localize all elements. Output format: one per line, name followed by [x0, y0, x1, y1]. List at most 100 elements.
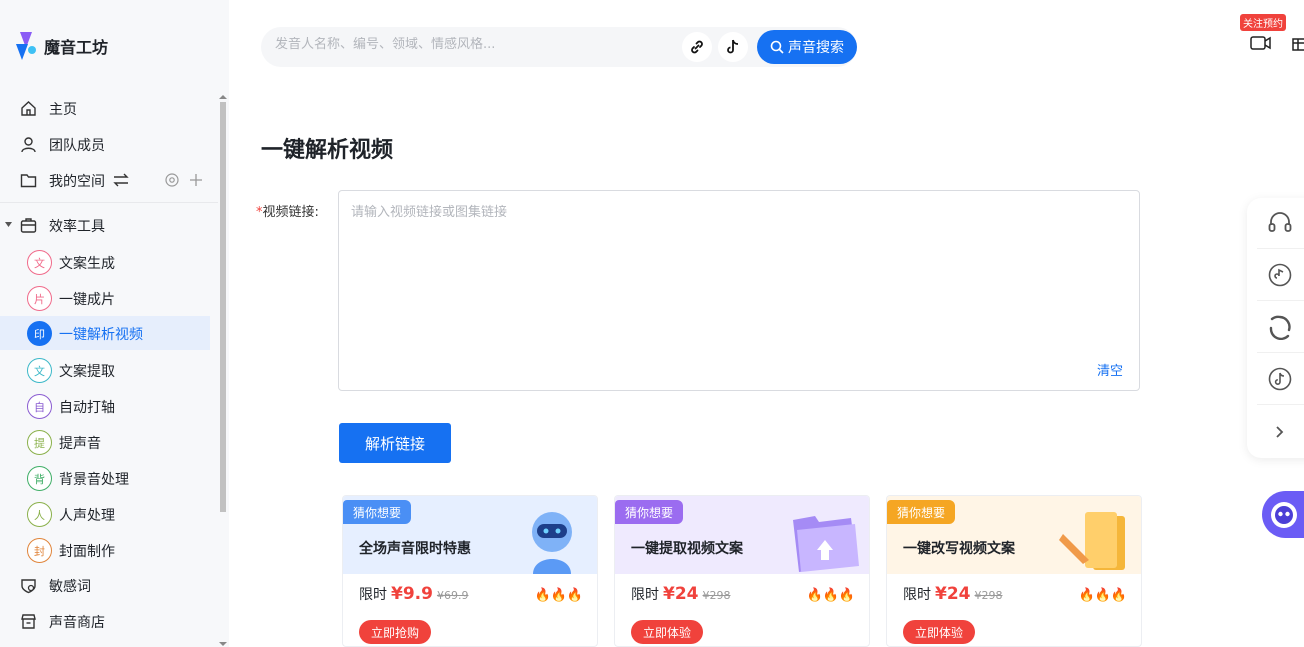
price-old: ¥298: [702, 589, 731, 602]
price-prefix: 限时: [359, 587, 387, 603]
voice-search-label: 声音搜索: [788, 40, 844, 56]
scroll-down-icon[interactable]: [219, 641, 227, 647]
tool-glyph: 提: [27, 430, 52, 455]
price-now: ¥24: [935, 584, 971, 604]
ai-assistant-button[interactable]: [1262, 491, 1304, 538]
settings-icon[interactable]: [164, 172, 180, 188]
sidebar-item-parse-video[interactable]: 印 一键解析视频: [0, 316, 210, 350]
card-tag: 猜你想要: [615, 500, 684, 524]
music-link-button[interactable]: [1257, 250, 1304, 301]
sidebar-item-background-audio[interactable]: 背 背景音处理: [0, 461, 218, 495]
add-icon[interactable]: [188, 172, 204, 188]
sidebar-item-label: 人声处理: [59, 508, 115, 524]
try-now-button[interactable]: 立即体验: [631, 620, 704, 644]
sidebar-group-label: 效率工具: [49, 219, 105, 235]
sidebar-item-home[interactable]: 主页: [0, 91, 218, 125]
tiktok-icon: [1268, 367, 1292, 391]
link-button[interactable]: [682, 32, 712, 62]
sidebar-item-label: 主页: [49, 102, 77, 118]
sidebar-item-text-extract[interactable]: 文 文案提取: [0, 353, 218, 387]
card-title: 一键提取视频文案: [631, 541, 743, 557]
try-now-button[interactable]: 立即体验: [903, 620, 976, 644]
tiktok-button[interactable]: [718, 32, 748, 62]
headset-icon: [1268, 212, 1292, 232]
price-now: ¥24: [663, 584, 699, 604]
sidebar-group-efficiency-tools[interactable]: 效率工具: [0, 208, 218, 242]
video-link-label: *视频链接:: [256, 201, 319, 220]
sidebar-item-vocal-processing[interactable]: 人 人声处理: [0, 497, 218, 531]
sidebar-item-cover-design[interactable]: 封 封面制作: [0, 533, 218, 567]
sidebar-item-sensitive-words[interactable]: 敏感词: [0, 568, 218, 602]
floating-toolbar: [1247, 198, 1304, 458]
shield-search-icon: [21, 579, 36, 594]
sidebar-item-team[interactable]: 团队成员: [0, 127, 218, 161]
sidebar-item-label: 声音商店: [49, 615, 105, 631]
chevron-right-icon: [1276, 425, 1284, 438]
folder-illustration: [793, 516, 859, 572]
switch-icon[interactable]: [113, 173, 129, 187]
logo[interactable]: 魔音工坊: [12, 30, 108, 62]
sidebar-item-label: 敏感词: [49, 579, 91, 595]
card-price: 限时 ¥24 ¥298: [903, 584, 1003, 604]
search-input[interactable]: [275, 37, 675, 52]
card-price: 限时 ¥24 ¥298: [631, 584, 731, 604]
toolbox-icon: [20, 218, 37, 233]
tool-glyph: 文: [27, 358, 52, 383]
refresh-icon: [1269, 315, 1291, 340]
sidebar-item-label: 背景音处理: [59, 472, 129, 488]
page-title: 一键解析视频: [261, 138, 394, 163]
app-name: 魔音工坊: [44, 38, 109, 57]
fire-icon: 🔥🔥🔥: [1078, 588, 1127, 603]
promo-card[interactable]: 猜你想要 全场声音限时特惠 限时 ¥9.9 ¥69.9 🔥🔥🔥 立即抢购: [342, 495, 598, 647]
sidebar-item-my-space[interactable]: 我的空间: [0, 163, 218, 197]
sidebar-item-voice-store[interactable]: 声音商店: [0, 604, 218, 638]
grab-now-button[interactable]: 立即抢购: [359, 620, 432, 644]
ai-assistant-icon: [1271, 502, 1297, 528]
sidebar-item-extract-audio[interactable]: 提 提声音: [0, 425, 218, 459]
sidebar-item-label: 团队成员: [49, 138, 105, 154]
tool-glyph: 人: [27, 502, 52, 527]
price-prefix: 限时: [631, 587, 659, 603]
parse-link-button[interactable]: 解析链接: [339, 423, 451, 463]
card-tag: 猜你想要: [343, 500, 412, 524]
robot-illustration: [532, 512, 572, 574]
clear-button[interactable]: 清空: [1097, 360, 1123, 379]
logo-icon: [16, 32, 36, 60]
card-price: 限时 ¥9.9 ¥69.9: [359, 584, 468, 604]
promo-card[interactable]: 猜你想要 一键提取视频文案 限时 ¥24 ¥298 🔥🔥🔥 立即体验: [614, 495, 870, 647]
sidebar-item-label: 文案生成: [59, 256, 115, 272]
tool-glyph: 印: [27, 321, 52, 346]
tiktok-icon: [727, 39, 739, 54]
user-icon: [21, 137, 36, 153]
tool-glyph: 背: [27, 466, 52, 491]
sidebar-item-label: 自动打轴: [59, 400, 115, 416]
tiktok-float-button[interactable]: [1257, 354, 1304, 405]
sidebar-divider: [0, 202, 218, 203]
gift-icon[interactable]: [1292, 33, 1304, 51]
sidebar-item-one-click-video[interactable]: 片 一键成片: [0, 281, 218, 315]
store-icon: [21, 614, 36, 629]
tool-glyph: 封: [27, 538, 52, 563]
collapse-button[interactable]: [1257, 406, 1304, 457]
tool-glyph: 文: [27, 250, 52, 275]
sidebar-item-label: 文案提取: [59, 364, 115, 380]
voice-search-button[interactable]: 声音搜索: [757, 30, 857, 64]
video-link-textarea[interactable]: [339, 191, 1139, 390]
refresh-button[interactable]: [1257, 302, 1304, 353]
app-root: 魔音工坊 主页 团队成员 我的空间 效率工具 文 文案生成 片 一键成片 印 一…: [0, 0, 1304, 647]
customer-service-button[interactable]: [1257, 198, 1304, 249]
tool-glyph: 自: [27, 394, 52, 419]
sidebar-item-label: 封面制作: [59, 544, 115, 560]
card-tag: 猜你想要: [887, 500, 956, 524]
sidebar-item-auto-timing[interactable]: 自 自动打轴: [0, 389, 218, 423]
scroll-up-icon[interactable]: [219, 94, 227, 100]
card-title: 一键改写视频文案: [903, 541, 1015, 557]
card-title: 全场声音限时特惠: [359, 541, 471, 557]
sidebar-scroll-thumb[interactable]: [220, 102, 226, 512]
follow-badge: 关注预约: [1240, 14, 1286, 31]
video-icon[interactable]: [1250, 35, 1272, 51]
sidebar-item-copywriting[interactable]: 文 文案生成: [0, 245, 218, 279]
sidebar-item-label: 我的空间: [49, 174, 105, 190]
promo-card[interactable]: 猜你想要 一键改写视频文案 限时 ¥24 ¥298 🔥🔥🔥 立即体验: [886, 495, 1142, 647]
sidebar-item-label: 一键成片: [59, 292, 115, 308]
